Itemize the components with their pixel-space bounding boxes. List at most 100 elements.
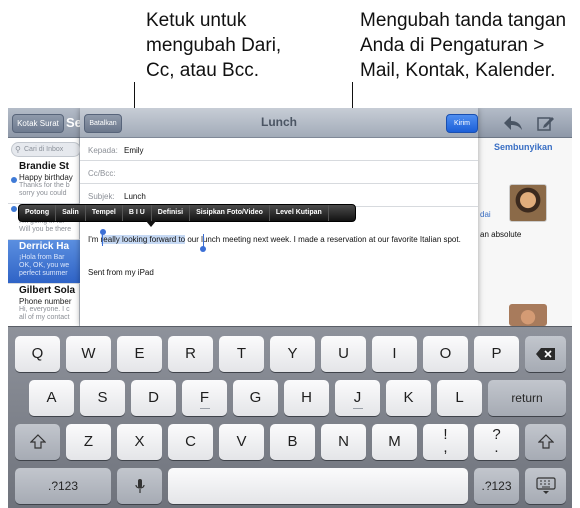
key-question-period[interactable]: ? . [474, 424, 519, 460]
key-exclaim-comma[interactable]: ! , [423, 424, 468, 460]
hide-keyboard-key[interactable] [525, 468, 566, 504]
compose-sheet: Batalkan Lunch Kirim Kepada: Emily Cc/Bc… [18, 108, 478, 326]
to-value: Emily [124, 146, 144, 155]
key-l[interactable]: L [437, 380, 482, 416]
detail-text: dai [480, 210, 491, 219]
message-body[interactable]: I'm really looking forward to our lunch … [88, 234, 472, 245]
shift-key-right[interactable] [525, 424, 566, 460]
key-v[interactable]: V [219, 424, 264, 460]
cc-bcc-field[interactable]: Cc/Bcc: [80, 161, 478, 184]
key-label: J [353, 389, 362, 406]
key-q[interactable]: Q [15, 336, 60, 372]
shift-key-left[interactable] [15, 424, 60, 460]
preview-line: sorry you could [19, 190, 67, 197]
message-subject: Phone number [19, 297, 72, 306]
bold-italic-underline-menu-item[interactable]: B I U [123, 205, 152, 221]
message-preview: Thanks for the b sorry you could [19, 182, 70, 198]
list-item[interactable]: Derrick Ha ¡Hola from Bar OK, OK, you we p… [8, 240, 80, 284]
signature: Sent from my iPad [88, 268, 154, 277]
key-m[interactable]: M [372, 424, 417, 460]
define-menu-item[interactable]: Definisi [152, 205, 191, 221]
callout-line: Mail, Kontak, Kalender. [360, 60, 556, 81]
paste-menu-item[interactable]: Tempel [86, 205, 123, 221]
numbers-key-right[interactable]: .?123 [474, 468, 519, 504]
key-label: F [199, 389, 210, 406]
mailboxes-back-button[interactable]: Kotak Surat [12, 114, 64, 133]
key-w[interactable]: W [66, 336, 111, 372]
key-bottom-char: , [443, 439, 448, 456]
key-o[interactable]: O [423, 336, 468, 372]
key-i[interactable]: I [372, 336, 417, 372]
attached-photo [509, 184, 547, 222]
compose-title: Lunch [261, 115, 297, 129]
insert-photo-video-menu-item[interactable]: Sisipkan Foto/Video [190, 205, 270, 221]
copy-menu-item[interactable]: Salin [56, 205, 86, 221]
search-placeholder: Cari di Inbox [24, 146, 64, 153]
key-h[interactable]: H [284, 380, 329, 416]
preview-line: OK, OK, you we [19, 262, 70, 269]
numbers-key-left[interactable]: .?123 [15, 468, 111, 504]
selection-end-handle[interactable] [200, 246, 206, 252]
key-a[interactable]: A [29, 380, 74, 416]
preview-line: ¡Hola from Bar [19, 254, 65, 261]
key-n[interactable]: N [321, 424, 366, 460]
callout-line: Ketuk untuk [146, 10, 247, 31]
key-x[interactable]: X [117, 424, 162, 460]
key-r[interactable]: R [168, 336, 213, 372]
space-key[interactable] [168, 468, 468, 504]
hide-button[interactable]: Sembunyikan [494, 142, 553, 152]
message-detail: Sembunyikan dai an absolute [478, 138, 572, 326]
key-j[interactable]: J [335, 380, 380, 416]
unread-dot-icon [11, 177, 17, 183]
shift-icon [29, 434, 46, 449]
reply-icon[interactable] [502, 113, 524, 133]
delete-key[interactable] [525, 336, 566, 372]
inbox-search-input[interactable]: ⚲ Cari di Inbox [11, 142, 81, 157]
edit-menu: Potong Salin Tempel B I U Definisi Sisip… [18, 204, 356, 227]
search-icon: ⚲ [15, 145, 21, 154]
cut-menu-item[interactable]: Potong [19, 205, 57, 221]
key-p[interactable]: P [474, 336, 519, 372]
preview-line: Will you be there [19, 226, 72, 233]
selection-start-handle[interactable] [100, 229, 106, 235]
key-b[interactable]: B [270, 424, 315, 460]
key-s[interactable]: S [80, 380, 125, 416]
compose-toolbar: Batalkan Lunch Kirim [80, 108, 478, 138]
body-text-after: our lunch meeting next week. I made a re… [185, 235, 461, 244]
message-sender: Gilbert Sola [19, 285, 76, 296]
callout-line: Cc, atau Bcc. [146, 60, 259, 81]
key-t[interactable]: T [219, 336, 264, 372]
list-item[interactable]: Brandie St Happy birthday Thanks for the… [8, 160, 80, 204]
message-subject: Happy birthday [19, 173, 73, 182]
home-key-marker [352, 408, 363, 409]
subject-value: Lunch [124, 192, 146, 201]
message-list: ⚲ Cari di Inbox Brandie St Happy birthda… [8, 138, 81, 326]
callout-line: Anda di Pengaturan > [360, 35, 545, 56]
list-item[interactable]: Gilbert Sola Phone number Hi, everyone. … [8, 284, 80, 326]
to-label: Kepada: [88, 146, 118, 155]
key-e[interactable]: E [117, 336, 162, 372]
keyboard: Q W E R T Y U I O P A S D F G H J K L re… [8, 326, 572, 508]
quote-level-menu-item[interactable]: Level Kutipan [270, 205, 329, 221]
unread-dot-icon [11, 206, 17, 212]
send-button[interactable]: Kirim [446, 114, 478, 133]
message-preview: Hi, everyone. I c all of my contact [19, 306, 70, 322]
selected-text: really looking forward to [100, 235, 186, 244]
key-f[interactable]: F [182, 380, 227, 416]
dictation-key[interactable] [117, 468, 162, 504]
key-k[interactable]: K [386, 380, 431, 416]
ipad-screen: Kotak Surat Se ⚲ Cari di Inbox Brandie S… [8, 108, 572, 326]
callout-line: mengubah Dari, [146, 35, 282, 56]
key-d[interactable]: D [131, 380, 176, 416]
selection-start-bar [102, 233, 103, 246]
key-g[interactable]: G [233, 380, 278, 416]
to-field[interactable]: Kepada: Emily [80, 138, 478, 161]
keyboard-icon [535, 477, 556, 494]
message-sender: Derrick Ha [19, 241, 70, 252]
compose-icon[interactable] [536, 114, 556, 132]
key-y[interactable]: Y [270, 336, 315, 372]
key-u[interactable]: U [321, 336, 366, 372]
return-key[interactable]: return [488, 380, 566, 416]
key-z[interactable]: Z [66, 424, 111, 460]
key-c[interactable]: C [168, 424, 213, 460]
